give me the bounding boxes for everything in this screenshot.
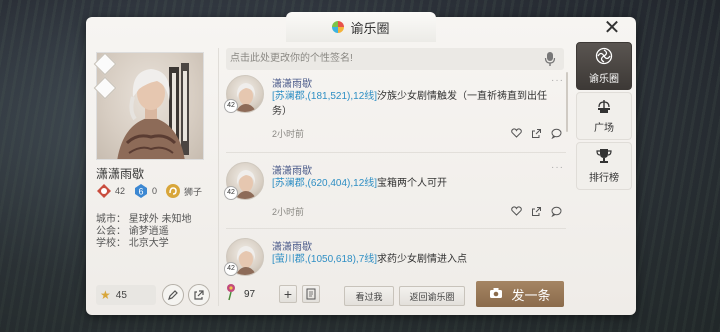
tab-square-label: 广场 bbox=[594, 123, 614, 134]
add-flower-button[interactable]: + bbox=[279, 285, 297, 303]
close-button[interactable]: ✕ bbox=[601, 17, 623, 39]
pen-icon bbox=[168, 290, 178, 300]
close-icon[interactable]: ✕ bbox=[604, 17, 621, 39]
stat-level-value: 42 bbox=[115, 186, 126, 196]
stat-zodiac: 狮子 bbox=[165, 183, 202, 199]
more-options-icon[interactable]: ··· bbox=[551, 162, 564, 173]
post-divider bbox=[226, 152, 566, 153]
share-profile-button[interactable] bbox=[188, 284, 210, 306]
tab-yule-circle[interactable]: 谕乐圈 bbox=[576, 42, 632, 90]
post-item[interactable]: 42 潇潇雨歇 ··· [苏澜郡,(620,404),12线]宝箱两个人可开 2… bbox=[224, 162, 568, 218]
character-figure bbox=[117, 63, 189, 159]
seen-me-button[interactable]: 看过我 bbox=[344, 286, 394, 306]
comment-icon[interactable] bbox=[550, 127, 562, 139]
divider bbox=[218, 48, 219, 306]
post-text: 求药少女剧情进入点 bbox=[377, 254, 468, 265]
lion-icon bbox=[165, 183, 181, 199]
post-item[interactable]: 42 潇潇雨歇 [萤川郡,(1050,618),7线]求药少女剧情进入点 bbox=[224, 238, 568, 276]
trophy-icon bbox=[595, 148, 613, 167]
hexagram-icon bbox=[96, 183, 112, 199]
post-location-link[interactable]: [苏澜郡,(620,404),12线] bbox=[272, 178, 377, 189]
like-count-value: 45 bbox=[115, 289, 127, 301]
flower-icon[interactable] bbox=[224, 283, 238, 306]
share-icon bbox=[194, 290, 204, 300]
post-content: [苏澜郡,(620,404),12线]宝箱两个人可开 bbox=[272, 176, 562, 191]
share-icon[interactable] bbox=[530, 205, 542, 217]
note-icon bbox=[306, 288, 316, 300]
swirl-logo-icon bbox=[332, 21, 345, 33]
tab-yule-circle-label: 谕乐圈 bbox=[589, 74, 619, 85]
post-button-label: 发一条 bbox=[511, 287, 551, 303]
like-heart-icon[interactable] bbox=[510, 205, 522, 217]
edit-profile-button[interactable] bbox=[162, 284, 184, 306]
more-options-icon[interactable]: ··· bbox=[551, 75, 564, 86]
post-location-link[interactable]: [萤川郡,(1050,618),7线] bbox=[272, 254, 377, 265]
profile-name: 潇潇雨歇 bbox=[96, 167, 145, 181]
like-heart-icon[interactable] bbox=[510, 127, 522, 139]
note-button[interactable] bbox=[302, 285, 320, 303]
plus-icon: + bbox=[283, 286, 293, 302]
post-content: [苏澜郡,(181,521),12线]汐族少女剧情触发（一直祈祷直到出任务） bbox=[272, 89, 562, 119]
fountain-icon bbox=[595, 98, 613, 117]
post-divider bbox=[226, 228, 566, 229]
window-title-text: 谕乐圈 bbox=[350, 20, 390, 36]
tab-leaderboard-label: 排行榜 bbox=[589, 173, 619, 184]
stat-six: 6 0 bbox=[133, 183, 157, 199]
tab-square[interactable]: 广场 bbox=[576, 92, 632, 140]
window-title: 谕乐圈 bbox=[286, 12, 436, 42]
star-icon: ★ bbox=[100, 288, 111, 302]
post-button[interactable]: 发一条 bbox=[476, 281, 564, 307]
post-text: 宝箱两个人可开 bbox=[377, 178, 448, 189]
number-six-icon: 6 bbox=[133, 183, 149, 199]
stat-six-value: 0 bbox=[152, 186, 158, 196]
profile-school: 学校： 北京大学 bbox=[96, 238, 169, 249]
back-to-feed-button[interactable]: 返回谕乐圈 bbox=[399, 286, 465, 306]
post-level-badge: 42 bbox=[224, 186, 238, 200]
post-author[interactable]: 潇潇雨歇 bbox=[272, 162, 312, 177]
post-author[interactable]: 潇潇雨歇 bbox=[272, 238, 312, 253]
like-count[interactable]: ★ 45 bbox=[96, 285, 156, 305]
post-level-badge: 42 bbox=[224, 99, 238, 113]
flower-counter: 97 bbox=[224, 283, 280, 306]
profile-stats: 42 6 0 狮子 bbox=[96, 183, 202, 199]
comment-icon[interactable] bbox=[550, 205, 562, 217]
swirl-icon bbox=[595, 47, 613, 68]
post-location-link[interactable]: [苏澜郡,(181,521),12线] bbox=[272, 91, 377, 102]
post-author[interactable]: 潇潇雨歇 bbox=[272, 75, 312, 90]
post-level-badge: 42 bbox=[224, 262, 238, 276]
post-item[interactable]: 42 潇潇雨歇 ··· [苏澜郡,(181,521),12线]汐族少女剧情触发（… bbox=[224, 75, 568, 147]
tab-leaderboard[interactable]: 排行榜 bbox=[576, 142, 632, 190]
character-portrait[interactable] bbox=[96, 52, 204, 160]
signature-placeholder: 点击此处更改你的个性签名! bbox=[230, 53, 353, 64]
post-actions bbox=[510, 127, 562, 139]
flower-count: 97 bbox=[244, 289, 256, 300]
share-icon[interactable] bbox=[530, 127, 542, 139]
svg-text:6: 6 bbox=[139, 187, 144, 197]
stat-zodiac-value: 狮子 bbox=[184, 186, 203, 197]
post-content: [萤川郡,(1050,618),7线]求药少女剧情进入点 bbox=[272, 252, 562, 267]
camera-icon bbox=[489, 287, 503, 302]
post-time: 2小时前 bbox=[272, 129, 305, 139]
stat-level: 42 bbox=[96, 183, 125, 199]
post-actions bbox=[510, 205, 562, 217]
signature-input[interactable]: 点击此处更改你的个性签名! bbox=[226, 48, 564, 70]
microphone-icon[interactable] bbox=[544, 51, 556, 72]
post-time: 2小时前 bbox=[272, 207, 305, 217]
